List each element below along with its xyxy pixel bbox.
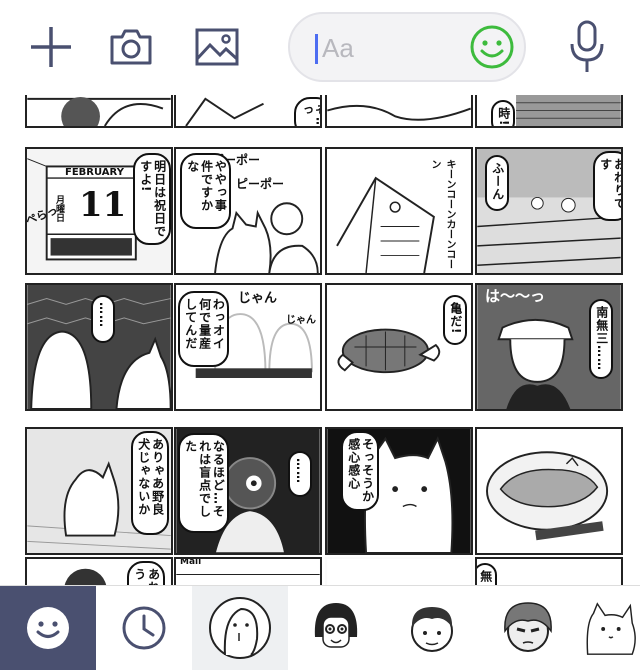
- sticker-bubble: ……: [288, 451, 312, 497]
- sticker-pack-4[interactable]: [480, 586, 576, 670]
- sticker-sfx: は〜〜っ: [485, 287, 546, 305]
- sticker-bubble: 無: [477, 563, 497, 585]
- sticker-pack-2[interactable]: [288, 586, 384, 670]
- sticker-sfx: じゃん: [286, 315, 316, 326]
- sticker-r2c0[interactable]: ……: [25, 283, 173, 411]
- clock-icon: [122, 606, 166, 650]
- sticker-r1c0[interactable]: FEBRUARY 11 月曜日 ぺらっ 明日は祝日ですよ!: [25, 147, 173, 275]
- sticker-sfx: Mail: [180, 557, 202, 567]
- sticker-bubble: なるほど…それは盲点でした: [178, 433, 230, 533]
- sticker-r0c0[interactable]: [25, 95, 173, 128]
- sticker-r4c3[interactable]: 無: [475, 557, 623, 585]
- sticker-grid: そ…っ 時!! FEBRUARY 11 月曜日 ぺらっ 明日は祝日ですよ! ピー…: [0, 95, 640, 585]
- sticker-tab-bar: [0, 585, 640, 670]
- sticker-sfx: ピーポー: [236, 177, 285, 191]
- sticker-bubble: ややっ事件ですかな: [180, 153, 232, 229]
- sticker-pack-3[interactable]: [384, 586, 480, 670]
- message-input[interactable]: [322, 30, 472, 66]
- helmet-character-icon: [504, 602, 552, 652]
- sticker-r4c0[interactable]: あれ使う: [25, 557, 173, 585]
- sticker-bubble: そ…っ: [294, 97, 320, 126]
- text-caret: [315, 34, 318, 64]
- boy-character-icon: [411, 607, 453, 652]
- sticker-pack-5[interactable]: [576, 586, 640, 670]
- sticker-bubble: わっオイ何で量産してんだ: [178, 291, 230, 367]
- chat-input-toolbar: [0, 0, 640, 95]
- sticker-bubble: あれ使う: [127, 561, 165, 585]
- sticker-r1c1[interactable]: ピーポー ピーポー ややっ事件ですかな: [174, 147, 322, 275]
- sticker-r1c3[interactable]: ふーん おわりです: [475, 147, 623, 275]
- smiley-icon: [27, 607, 69, 649]
- sticker-r2c3[interactable]: は〜〜っ 南無三……: [475, 283, 623, 411]
- calendar-month: FEBRUARY: [65, 167, 124, 178]
- sticker-r0c3[interactable]: 時!!: [475, 95, 623, 128]
- sticker-bubble: 亀だ!: [443, 295, 467, 345]
- sticker-bubble: 明日は祝日ですよ!: [133, 153, 171, 245]
- sticker-r2c2[interactable]: 亀だ!: [325, 283, 473, 411]
- plus-icon[interactable]: [26, 22, 76, 72]
- sticker-r3c1[interactable]: なるほど…それは盲点でした ……: [174, 427, 322, 555]
- ghost-character-icon: [209, 597, 271, 659]
- emoji-tab[interactable]: [0, 586, 96, 670]
- camera-icon[interactable]: [106, 22, 156, 72]
- sticker-r3c0[interactable]: ありゃあ野良犬じゃないか: [25, 427, 173, 555]
- image-icon[interactable]: [192, 22, 242, 72]
- sticker-r3c2[interactable]: そっそうか感心感心: [325, 427, 473, 555]
- sticker-bubble: 南無三……: [589, 299, 613, 379]
- sticker-r4c2[interactable]: [325, 557, 473, 585]
- sticker-r1c2[interactable]: キーンコーンカーンコーン: [325, 147, 473, 275]
- sticker-pack-1[interactable]: [192, 586, 288, 670]
- sticker-r4c1[interactable]: Mail: [174, 557, 322, 585]
- sticker-r0c1[interactable]: そ…っ: [174, 95, 322, 128]
- sticker-bubble: ……: [91, 295, 115, 343]
- sticker-r0c2[interactable]: [325, 95, 473, 128]
- girl-character-icon: [314, 603, 358, 648]
- smiley-icon[interactable]: [468, 23, 516, 71]
- message-input-container[interactable]: [288, 12, 526, 82]
- sticker-bubble: ふーん: [485, 155, 509, 211]
- sticker-bubble: 時!!: [491, 100, 515, 126]
- sticker-bubble: おわりです: [593, 151, 621, 221]
- microphone-icon[interactable]: [562, 20, 612, 74]
- calendar-day: 11: [79, 185, 127, 225]
- sticker-sfx: じゃん: [238, 291, 278, 306]
- recent-tab[interactable]: [96, 586, 192, 670]
- sticker-sfx: キーンコーンカーンコーン: [429, 159, 455, 269]
- sticker-bubble: そっそうか感心感心: [341, 431, 379, 511]
- sticker-r2c1[interactable]: じゃん じゃん わっオイ何で量産してんだ: [174, 283, 322, 411]
- cat-character-icon: [586, 602, 636, 655]
- sticker-r3c3[interactable]: [475, 427, 623, 555]
- sticker-bubble: ありゃあ野良犬じゃないか: [131, 431, 169, 535]
